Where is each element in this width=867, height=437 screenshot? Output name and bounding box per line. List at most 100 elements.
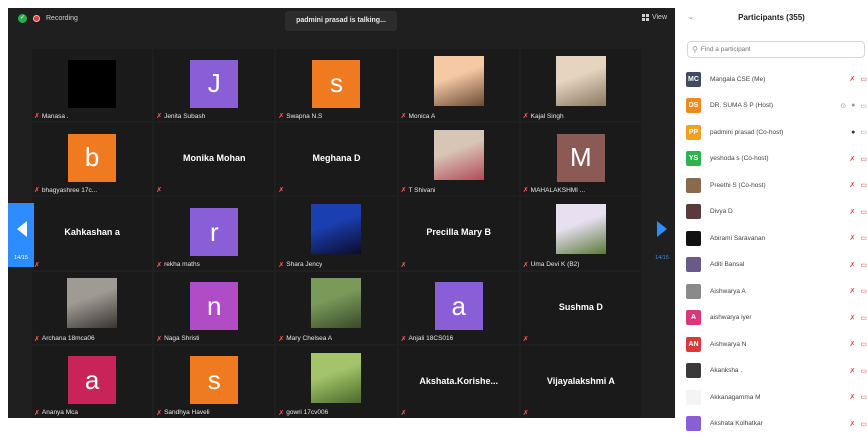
tile-label: ✗ [401,409,409,417]
video-camera-icon: ▭ [860,181,867,189]
video-tile[interactable]: n✗Naga Shristi [154,272,274,344]
mic-muted-icon: ✗ [401,112,407,120]
participant-row[interactable]: Preethi S (Co-host)✗▭ [686,172,867,199]
participant-row[interactable]: ANAishwarya N✗▭ [686,331,867,358]
tile-name: bhagyashree 17c... [42,187,97,194]
participant-row[interactable]: YSyeshoda s (Co-host)✗▭ [686,146,867,173]
participant-search[interactable]: ⚲ [687,41,865,58]
video-camera-icon: ▭ [860,340,867,348]
avatar [686,178,701,193]
video-tile[interactable]: s✗Sandhya Haveli [154,346,274,418]
avatar: YS [686,151,701,166]
video-tile[interactable]: Meghana D✗ [276,123,396,195]
tile-name: Ananya Mca [42,409,78,416]
tile-name: gowri 17cv006 [286,409,328,416]
participant-name: padmini prasad (Co-host) [710,129,783,136]
participant-name: Aishwarya N [710,341,746,348]
video-tile[interactable]: s✗Swapna N.S [276,49,396,121]
avatar: AN [686,337,701,352]
participant-row[interactable]: Aaishwarya iyer✗▭ [686,305,867,332]
video-tile[interactable]: ✗T Shivani [399,123,519,195]
video-tile[interactable]: ✗Monica A [399,49,519,121]
mic-icon: ● [851,102,855,109]
video-tile[interactable]: ✗Shara Jency [276,197,396,269]
participant-row[interactable]: Divya D ✗▭ [686,199,867,226]
video-tile[interactable]: J✗Jenita Subash [154,49,274,121]
participant-status-icons: ●▭ [851,119,867,146]
video-tile[interactable]: Precilla Mary B✗ [399,197,519,269]
mic-muted-icon: ✗ [850,314,856,322]
mic-muted-icon: ✗ [850,75,856,83]
participant-status-icons: ✗▭ [850,252,867,279]
tile-name: Monica A [408,113,435,120]
participant-row[interactable]: Aishwarya A✗▭ [686,278,867,305]
video-camera-icon: ▭ [860,128,867,136]
video-tile[interactable]: Vijayalakshmi A ✗ [521,346,641,418]
tile-label: ✗Ananya Mca [34,409,78,417]
next-page-button[interactable]: 14/15 [649,203,675,267]
participant-name: Divya D [710,208,733,215]
video-tile[interactable]: Monika Mohan✗ [154,123,274,195]
participant-row[interactable]: MCMangala CSE (Me)✗▭ [686,66,867,93]
participant-row[interactable]: Aditi Bansal✗▭ [686,252,867,279]
video-tile[interactable]: M✗MAHALAKSHMI ... [521,123,641,195]
participants-title: Participants (355) [676,13,867,22]
avatar [686,231,701,246]
participant-display-name: Vijayalakshmi A [521,376,641,386]
participant-list[interactable]: MCMangala CSE (Me)✗▭DSDR. SUMA S P (Host… [686,66,867,437]
avatar [686,204,701,219]
video-camera-icon: ▭ [860,75,867,83]
video-tile[interactable]: ✗Uma Devi K (B2) [521,197,641,269]
recording-label: Recording [46,15,78,22]
recording-indicator[interactable]: ✓ Recording [18,14,78,23]
prev-page-button[interactable]: 14/15 [8,203,34,267]
participant-row[interactable]: Akshata Kolhatkar✗▭ [686,411,867,437]
participant-row[interactable]: Akkanagamma M✗▭ [686,384,867,411]
video-camera-icon: ▭ [860,102,867,110]
participant-status-icons: ✗▭ [850,384,867,411]
video-tile[interactable]: Sushma D✗ [521,272,641,344]
more-options-icon[interactable]: ⊙ [840,102,846,110]
video-tile[interactable]: Akshata.Korishe...✗ [399,346,519,418]
video-tile[interactable]: a✗Anjali 18CS016 [399,272,519,344]
tile-label: ✗Manasa . [34,112,69,120]
video-tile[interactable]: Kahkashan a✗ [32,197,152,269]
video-tile[interactable]: ✗Kajal Singh [521,49,641,121]
arrow-right-icon [657,221,667,237]
video-topbar: ✓ Recording padmini prasad is talking...… [8,8,675,32]
avatar [68,60,116,108]
video-tile[interactable]: ✗gowri 17cv006 [276,346,396,418]
video-tile[interactable]: r✗rekha maths [154,197,274,269]
avatar: a [435,282,483,330]
video-tile[interactable]: ✗Mary Chelsea A [276,272,396,344]
mic-muted-icon: ✗ [850,393,856,401]
participant-row[interactable]: Akanksha .✗▭ [686,358,867,385]
tile-label: ✗ [523,409,531,417]
tile-name: rekha maths [164,261,200,268]
avatar: M [557,134,605,182]
tile-name: Manasa . [42,113,69,120]
participant-row[interactable]: Abirami Saravanan✗▭ [686,225,867,252]
participant-name: yeshoda s (Co-host) [710,155,769,162]
participant-row[interactable]: DSDR. SUMA S P (Host)⊙●▭ [686,93,867,120]
search-input[interactable] [698,46,854,53]
video-camera-icon: ▭ [860,287,867,295]
view-button[interactable]: View [642,14,667,21]
participant-row[interactable]: PPpadmini prasad (Co-host)●▭ [686,119,867,146]
mic-muted-icon: ✗ [34,261,40,269]
video-tile[interactable]: ✗Manasa . [32,49,152,121]
avatar: s [190,356,238,404]
avatar: r [190,208,238,256]
video-tile[interactable]: ✗Archana 18mca06 [32,272,152,344]
profile-photo [311,278,361,328]
video-tile[interactable]: a✗Ananya Mca [32,346,152,418]
participant-status-icons: ✗▭ [850,199,867,226]
avatar: DS [686,98,701,113]
video-tile[interactable]: b✗bhagyashree 17c... [32,123,152,195]
participant-status-icons: ✗▭ [850,305,867,332]
tile-name: MAHALAKSHMI ... [531,187,586,194]
mic-muted-icon: ✗ [156,409,162,417]
profile-photo [311,353,361,403]
avatar: A [686,310,701,325]
video-gallery: ✓ Recording padmini prasad is talking...… [8,8,675,418]
